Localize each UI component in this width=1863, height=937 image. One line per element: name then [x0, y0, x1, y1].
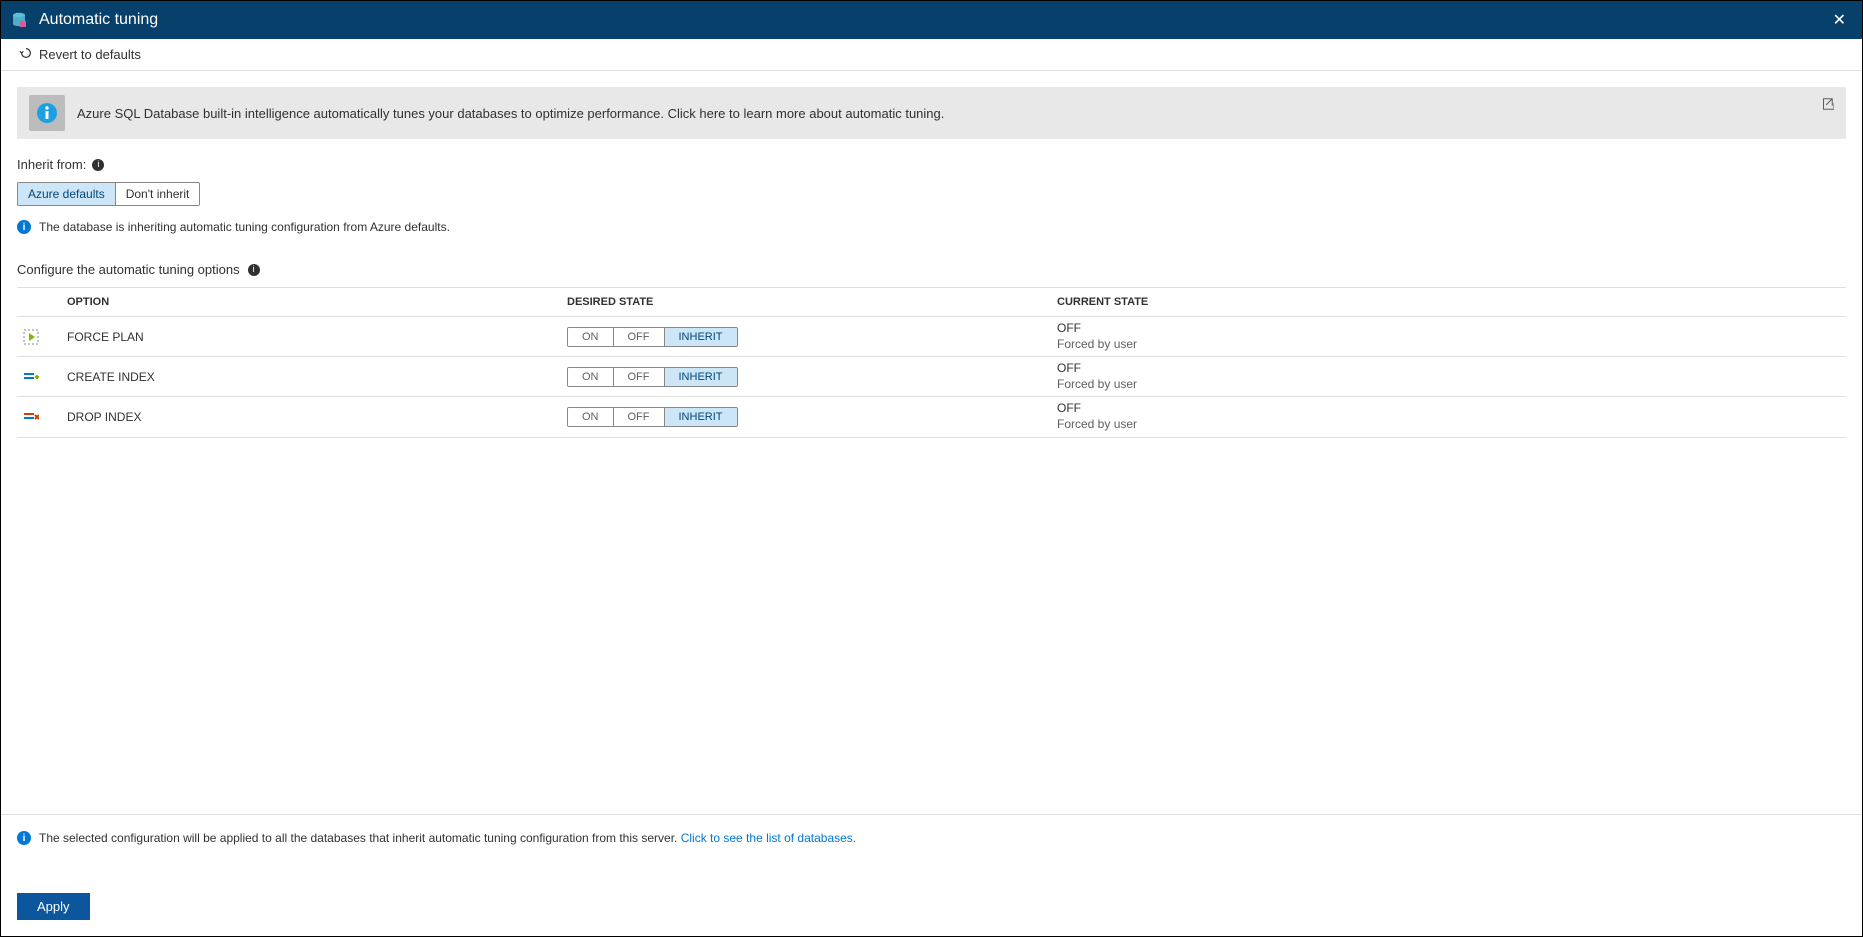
col-current: CURRENT STATE: [1057, 296, 1846, 308]
option-name: FORCE PLAN: [67, 330, 567, 344]
state-off[interactable]: OFF: [614, 368, 665, 386]
undo-icon: [19, 46, 33, 63]
footer-info: i The selected configuration will be app…: [17, 831, 1846, 845]
close-icon[interactable]: ✕: [1825, 6, 1854, 34]
revert-label: Revert to defaults: [39, 47, 141, 62]
inherit-toggle-group: Azure defaults Don't inherit: [17, 182, 200, 206]
drop-index-icon: [23, 409, 39, 425]
footer: i The selected configuration will be app…: [1, 814, 1862, 936]
inherit-from-label: Inherit from: i: [17, 157, 1846, 172]
apply-button[interactable]: Apply: [17, 893, 90, 920]
desired-state-toggle: ON OFF INHERIT: [567, 367, 738, 387]
inherit-option-dont-inherit[interactable]: Don't inherit: [116, 183, 200, 205]
revert-to-defaults-button[interactable]: Revert to defaults: [13, 42, 147, 67]
col-option: OPTION: [67, 296, 567, 308]
create-index-icon: [23, 369, 39, 385]
state-on[interactable]: ON: [568, 408, 614, 426]
current-state: OFF Forced by user: [1057, 361, 1846, 392]
footer-text: The selected configuration will be appli…: [39, 831, 681, 845]
database-icon: [9, 10, 29, 30]
table-row: DROP INDEX ON OFF INHERIT OFF Forced by …: [17, 397, 1846, 437]
inherit-status: i The database is inheriting automatic t…: [17, 220, 1846, 234]
content-area: Azure SQL Database built-in intelligence…: [1, 71, 1862, 814]
table-row: CREATE INDEX ON OFF INHERIT OFF Forced b…: [17, 357, 1846, 397]
list-databases-link[interactable]: Click to see the list of databases.: [681, 831, 856, 845]
force-plan-icon: [23, 329, 39, 345]
state-on[interactable]: ON: [568, 368, 614, 386]
help-icon[interactable]: i: [248, 264, 260, 276]
col-desired: DESIRED STATE: [567, 296, 1057, 308]
help-icon[interactable]: i: [92, 159, 104, 171]
banner-text: Azure SQL Database built-in intelligence…: [77, 106, 944, 121]
table-header: OPTION DESIRED STATE CURRENT STATE: [17, 287, 1846, 317]
option-name: DROP INDEX: [67, 410, 567, 424]
state-inherit[interactable]: INHERIT: [665, 408, 737, 426]
state-off[interactable]: OFF: [614, 408, 665, 426]
table-row: FORCE PLAN ON OFF INHERIT OFF Forced by …: [17, 317, 1846, 357]
inherit-option-azure-defaults[interactable]: Azure defaults: [18, 183, 116, 205]
info-circle-icon: i: [17, 220, 31, 234]
state-on[interactable]: ON: [568, 328, 614, 346]
info-banner[interactable]: Azure SQL Database built-in intelligence…: [17, 87, 1846, 139]
info-icon: [29, 95, 65, 131]
titlebar: Automatic tuning ✕: [1, 1, 1862, 39]
options-table: OPTION DESIRED STATE CURRENT STATE FORCE…: [17, 287, 1846, 438]
toolbar: Revert to defaults: [1, 39, 1862, 71]
configure-options-label: Configure the automatic tuning options i: [17, 262, 1846, 277]
current-state: OFF Forced by user: [1057, 321, 1846, 352]
state-off[interactable]: OFF: [614, 328, 665, 346]
desired-state-toggle: ON OFF INHERIT: [567, 407, 738, 427]
page-title: Automatic tuning: [39, 11, 158, 29]
desired-state-toggle: ON OFF INHERIT: [567, 327, 738, 347]
state-inherit[interactable]: INHERIT: [665, 328, 737, 346]
current-state: OFF Forced by user: [1057, 401, 1846, 432]
option-name: CREATE INDEX: [67, 370, 567, 384]
external-link-icon[interactable]: [1820, 97, 1834, 114]
state-inherit[interactable]: INHERIT: [665, 368, 737, 386]
info-circle-icon: i: [17, 831, 31, 845]
